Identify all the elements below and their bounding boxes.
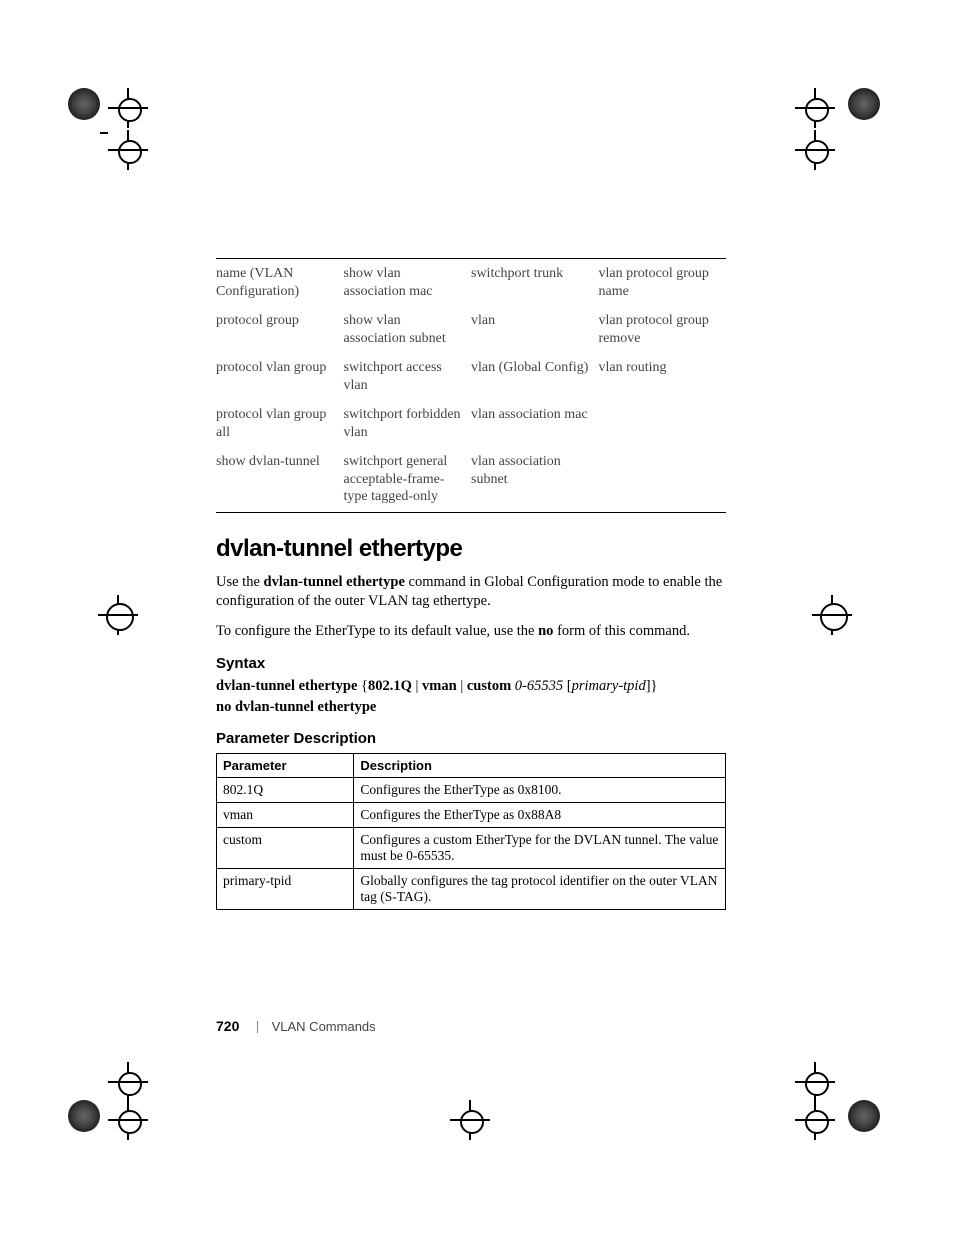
command-link[interactable]: vlan protocol group remove <box>599 306 727 353</box>
crop-mark <box>108 1100 148 1140</box>
command-link[interactable]: vlan (Global Config) <box>471 353 599 400</box>
parameter-heading: Parameter Description <box>216 730 726 747</box>
crop-mark <box>795 1062 835 1102</box>
crop-mark <box>795 88 835 128</box>
param-row: customConfigures a custom EtherType for … <box>217 828 726 869</box>
command-link[interactable]: switchport forbidden vlan <box>344 400 472 447</box>
crop-mark <box>795 130 835 170</box>
syntax-opt: custom <box>467 678 511 694</box>
pipe: | <box>416 678 419 694</box>
syntax-no-line: no dvlan-tunnel ethertype <box>216 699 726 716</box>
crop-mark <box>98 595 138 635</box>
command-link[interactable]: protocol vlan group all <box>216 400 344 447</box>
text: form of this command. <box>553 623 690 639</box>
syntax-flag: primary-tpid <box>572 678 646 694</box>
table-row: protocol groupshow vlan association subn… <box>216 306 726 353</box>
crop-mark <box>108 88 148 128</box>
parameter-table: Parameter Description 802.1QConfigures t… <box>216 753 726 910</box>
page-number: 720 <box>216 1018 239 1034</box>
brace: { <box>361 678 368 694</box>
param-row: 802.1QConfigures the EtherType as 0x8100… <box>217 778 726 803</box>
syntax-heading: Syntax <box>216 655 726 672</box>
command-link[interactable]: show vlan association mac <box>344 259 472 307</box>
param-row: primary-tpidGlobally configures the tag … <box>217 869 726 910</box>
crop-mark <box>450 1100 490 1140</box>
param-name: custom <box>217 828 354 869</box>
pipe: | <box>460 678 463 694</box>
param-desc: Configures a custom EtherType for the DV… <box>354 828 726 869</box>
command-link[interactable]: vlan routing <box>599 353 727 400</box>
table-row: show dvlan-tunnelswitchport general acce… <box>216 447 726 512</box>
param-header: Parameter <box>217 754 354 778</box>
command-link[interactable]: show vlan association subnet <box>344 306 472 353</box>
command-name: dvlan-tunnel ethertype <box>264 574 405 590</box>
crop-mark <box>108 130 148 170</box>
param-name: vman <box>217 803 354 828</box>
command-link[interactable]: show dvlan-tunnel <box>216 447 344 512</box>
command-link <box>599 400 727 447</box>
footer-label: VLAN Commands <box>272 1019 376 1034</box>
syntax-opt: vman <box>422 678 457 694</box>
command-link[interactable]: name (VLAN Configuration) <box>216 259 344 307</box>
table-row: protocol vlan groupswitchport access vla… <box>216 353 726 400</box>
syntax-opt: 802.1Q <box>368 678 412 694</box>
param-header: Description <box>354 754 726 778</box>
crop-line <box>100 132 108 134</box>
bracket: ]} <box>646 678 658 694</box>
section-heading: dvlan-tunnel ethertype <box>216 535 726 563</box>
text: To configure the EtherType to its defaul… <box>216 623 538 639</box>
param-name: primary-tpid <box>217 869 354 910</box>
syntax-range: 0-65535 <box>515 678 563 694</box>
syntax-no: no dvlan-tunnel ethertype <box>216 699 376 715</box>
command-link <box>599 447 727 512</box>
param-desc: Globally configures the tag protocol ide… <box>354 869 726 910</box>
crop-mark <box>108 1062 148 1102</box>
param-desc: Configures the EtherType as 0x8100. <box>354 778 726 803</box>
crop-mark <box>795 1100 835 1140</box>
param-name: 802.1Q <box>217 778 354 803</box>
text: Use the <box>216 574 264 590</box>
param-row: vmanConfigures the EtherType as 0x88A8 <box>217 803 726 828</box>
crop-mark <box>812 595 852 635</box>
table-row: protocol vlan group allswitchport forbid… <box>216 400 726 447</box>
page-content: name (VLAN Configuration)show vlan assoc… <box>216 258 726 910</box>
command-link[interactable]: vlan association mac <box>471 400 599 447</box>
command-reference-table: name (VLAN Configuration)show vlan assoc… <box>216 258 726 513</box>
command-link[interactable]: vlan <box>471 306 599 353</box>
command-link[interactable]: switchport access vlan <box>344 353 472 400</box>
param-desc: Configures the EtherType as 0x88A8 <box>354 803 726 828</box>
intro-paragraph-2: To configure the EtherType to its defaul… <box>216 622 726 642</box>
table-row: name (VLAN Configuration)show vlan assoc… <box>216 259 726 307</box>
page-footer: 720 VLAN Commands <box>216 1018 376 1034</box>
command-link[interactable]: vlan protocol group name <box>599 259 727 307</box>
syntax-cmd: dvlan-tunnel ethertype <box>216 678 357 694</box>
command-link[interactable]: vlan association subnet <box>471 447 599 512</box>
keyword-no: no <box>538 623 553 639</box>
intro-paragraph-1: Use the dvlan-tunnel ethertype command i… <box>216 573 726 612</box>
command-link[interactable]: protocol group <box>216 306 344 353</box>
command-link[interactable]: switchport general acceptable-frame-type… <box>344 447 472 512</box>
footer-separator <box>257 1021 258 1033</box>
param-header-row: Parameter Description <box>217 754 726 778</box>
command-link[interactable]: switchport trunk <box>471 259 599 307</box>
syntax-line: dvlan-tunnel ethertype {802.1Q | vman | … <box>216 678 726 695</box>
command-link[interactable]: protocol vlan group <box>216 353 344 400</box>
